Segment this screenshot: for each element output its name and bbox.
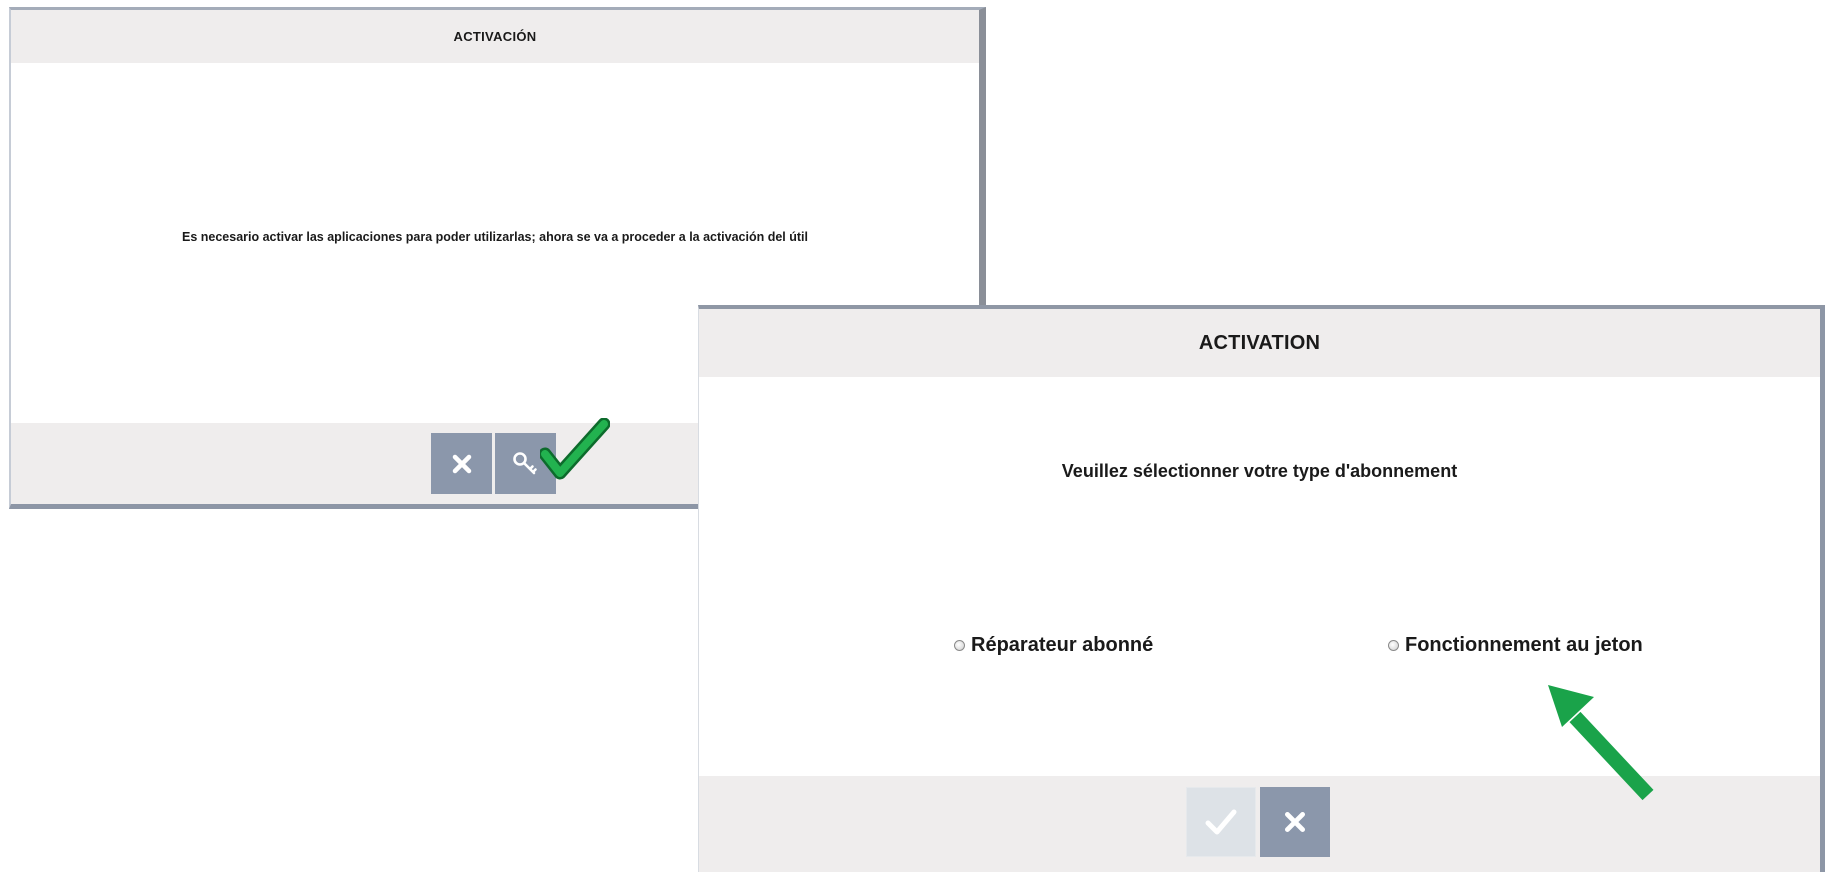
dialog-title: ACTIVACIÓN	[453, 29, 537, 44]
cancel-button[interactable]	[1260, 787, 1330, 857]
green-checkmark-icon	[540, 418, 610, 480]
radio-button[interactable]	[954, 640, 965, 651]
green-arrow-icon	[1548, 685, 1654, 801]
dialog-message: Veuillez sélectionner votre type d'abonn…	[1061, 461, 1458, 481]
check-icon	[1205, 809, 1237, 835]
dialog-title: ACTIVATION	[1198, 331, 1321, 354]
option-label: Fonctionnement au jeton	[1405, 634, 1643, 656]
key-icon	[512, 451, 537, 474]
close-icon	[452, 454, 471, 473]
dialog-header: ACTIVACIÓN	[11, 10, 979, 63]
option-label: Réparateur abonné	[971, 634, 1154, 656]
subscription-option-subscriber[interactable]: Réparateur abonné	[954, 634, 1153, 657]
confirm-button[interactable]	[1186, 787, 1256, 857]
radio-button[interactable]	[1388, 640, 1399, 651]
cancel-button[interactable]	[431, 433, 492, 494]
close-icon	[1284, 811, 1306, 833]
dialog-message: Es necesario activar las aplicaciones pa…	[182, 230, 808, 244]
dialog-header: ACTIVATION	[699, 309, 1820, 377]
subscription-option-token[interactable]: Fonctionnement au jeton	[1388, 634, 1643, 657]
